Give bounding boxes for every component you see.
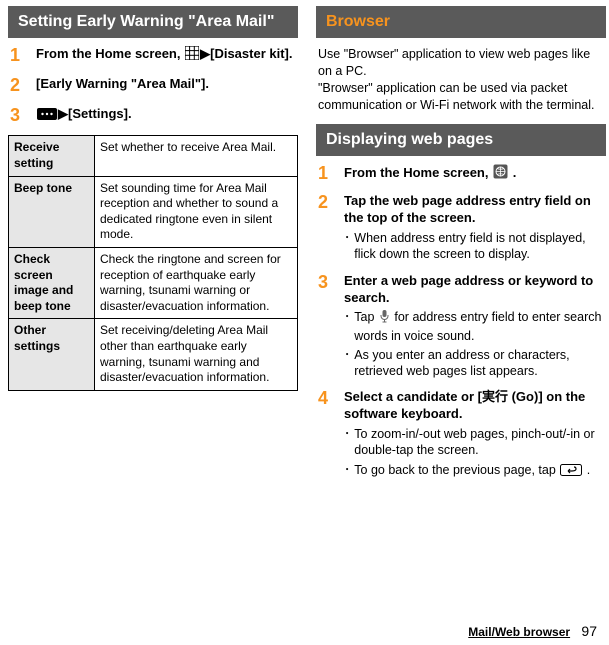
step-number: 4 [318,389,334,480]
text: for address entry field to enter search … [354,310,601,342]
bullet-text: To zoom-in/-out web pages, pinch-out/-in… [354,426,604,459]
left-step-3: 3 ▶[Settings]. [10,106,296,126]
right-steps: 1 From the Home screen, . 2 Tap the web pag… [316,164,606,480]
setting-label: Receive setting [9,136,95,176]
right-section-header: Browser [316,6,606,38]
right-subheader: Displaying web pages [316,124,606,156]
setting-description: Set sounding time for Area Mail receptio… [95,176,298,247]
step-number: 3 [318,273,334,380]
settings-table: Receive settingSet whether to receive Ar… [8,135,298,390]
right-step: 1 From the Home screen, . [318,164,604,184]
right-step: 4 Select a candidate or [実行 (Go)] on the … [318,389,604,480]
step-body: Select a candidate or [実行 (Go)] on the s… [344,389,604,480]
table-row: Check screen image and beep toneCheck th… [9,247,298,318]
text: To go back to the previous page, tap [354,463,559,477]
step-number: 2 [318,193,334,262]
bullet-dot: ･ [344,426,350,459]
left-column: Setting Early Warning "Area Mail" 1 From… [8,6,298,490]
step-bullet: ･When address entry field is not display… [344,230,604,263]
step-bullet: ･To go back to the previous page, tap . [344,462,604,480]
bullet-dot: ･ [344,347,350,380]
left-steps: 1 From the Home screen, ▶[Disaster kit].… [8,46,298,125]
text: . [583,463,590,477]
menu-icon [37,108,57,125]
bullet-dot: ･ [344,462,350,480]
setting-label: Other settings [9,319,95,390]
left-section-header: Setting Early Warning "Area Mail" [8,6,298,38]
step-title: From the Home screen, . [344,164,604,184]
step-body: Tap the web page address entry field on … [344,193,604,262]
bullet-text: Tap for address entry field to enter sea… [354,309,604,344]
left-step-1: 1 From the Home screen, ▶[Disaster kit]. [10,46,296,66]
grid-icon [185,46,199,65]
footer-section: Mail/Web browser [468,625,570,639]
left-step-2: 2 [Early Warning "Area Mail"]. [10,76,296,96]
step-title: ▶[Settings]. [36,106,296,126]
step-bullet: ･To zoom-in/-out web pages, pinch-out/-i… [344,426,604,459]
step-number: 3 [10,106,26,126]
right-step: 2 Tap the web page address entry field on… [318,193,604,262]
text: From the Home screen, [344,165,492,180]
footer-page-number: 97 [581,623,597,639]
setting-label: Check screen image and beep tone [9,247,95,318]
step-title: Select a candidate or [実行 (Go)] on the s… [344,389,604,423]
text: Early Warning "Area Mail" [40,76,201,91]
step-number: 1 [318,164,334,184]
text: Tap [354,310,378,324]
step-title: From the Home screen, ▶[Disaster kit]. [36,46,296,66]
browser-intro: Use "Browser" application to view web pa… [316,46,606,114]
right-column: Browser Use "Browser" application to vie… [316,6,606,490]
arrow-glyph: ▶ [58,106,68,121]
step-body: Enter a web page address or keyword to s… [344,273,604,380]
bullet-dot: ･ [344,230,350,263]
arrow-glyph: ▶ [200,46,210,61]
step-title: Tap the web page address entry field on … [344,193,604,227]
setting-description: Set whether to receive Area Mail. [95,136,298,176]
setting-description: Check the ringtone and screen for recept… [95,247,298,318]
page-footer: Mail/Web browser 97 [468,623,597,639]
table-row: Other settingsSet receiving/deleting Are… [9,319,298,390]
right-step: 3 Enter a web page address or keyword to … [318,273,604,380]
step-body: From the Home screen, . [344,164,604,184]
back-icon [560,464,582,480]
bracket-close: ]. [201,76,209,91]
bullet-text: When address entry field is not displaye… [354,230,604,263]
step-title: [Early Warning "Area Mail"]. [36,76,296,96]
step-number: 1 [10,46,26,66]
setting-description: Set receiving/deleting Area Mail other t… [95,319,298,390]
step-title: Enter a web page address or keyword to s… [344,273,604,307]
setting-label: Beep tone [9,176,95,247]
table-row: Receive settingSet whether to receive Ar… [9,136,298,176]
step-bullet: ･Tap for address entry field to enter se… [344,309,604,344]
mic-icon [379,309,390,327]
text: . [509,165,516,180]
text: From the Home screen, [36,46,184,61]
bullet-text: To go back to the previous page, tap . [354,462,590,480]
bullet-dot: ･ [344,309,350,344]
step-bullet: ･As you enter an address or characters, … [344,347,604,380]
step-number: 2 [10,76,26,96]
table-row: Beep toneSet sounding time for Area Mail… [9,176,298,247]
text: [Settings]. [68,106,132,121]
globe-icon [493,164,508,184]
text: [Disaster kit]. [210,46,292,61]
bullet-text: As you enter an address or characters, r… [354,347,604,380]
